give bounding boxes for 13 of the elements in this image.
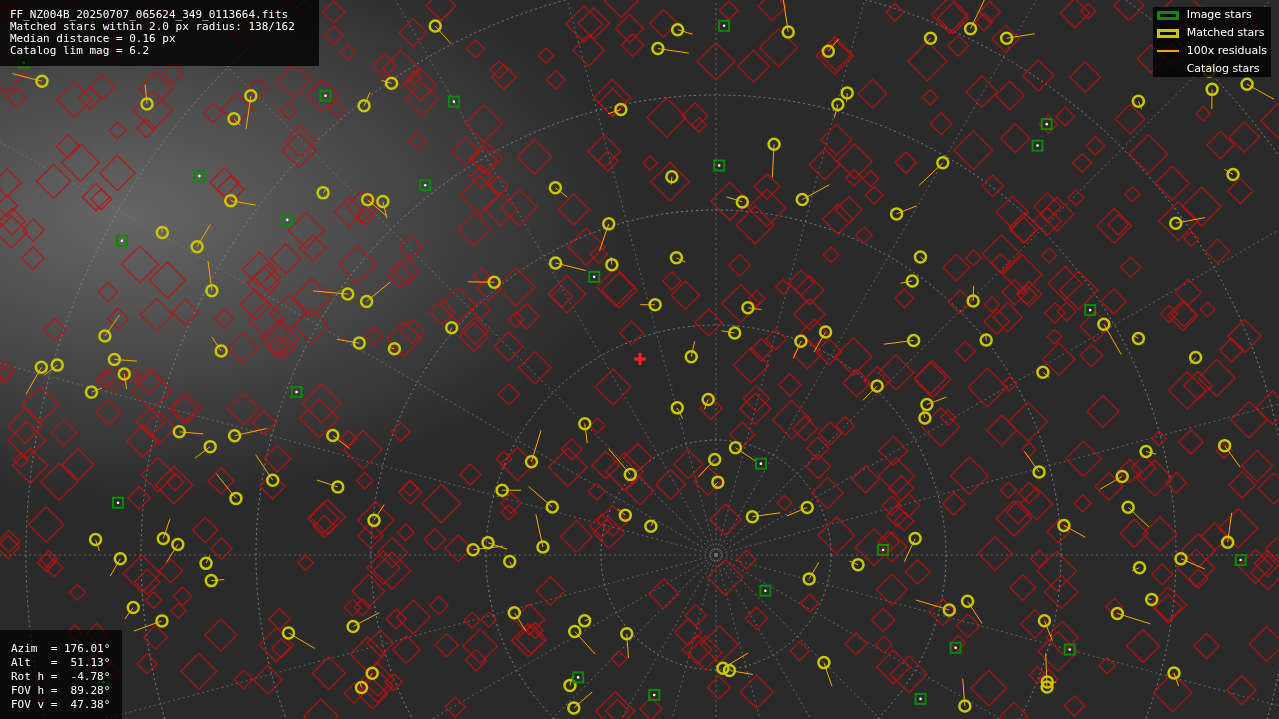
pointing-text: Azim = 176.01° <box>11 642 112 656</box>
info-text: Catalog lim mag = 6.2 <box>10 45 151 57</box>
info-text: FF_NZ004B_20250707_065624_349_0113664.fits <box>10 9 290 21</box>
pointing-text: FOV h = 89.28° <box>11 684 112 698</box>
legend-label: Image stars <box>1186 6 1252 23</box>
legend-label: Catalog stars <box>1186 60 1260 77</box>
pointing-text: Rot h = -4.78° <box>11 670 112 684</box>
pointing-text: FOV v = 47.38° <box>11 698 112 712</box>
legend-label: 100x residuals <box>1186 42 1267 59</box>
pointing-text: Alt = 51.13° <box>11 656 112 670</box>
info-text: Median distance = 0.16 px <box>10 33 177 45</box>
legend-label: Matched stars <box>1186 24 1265 41</box>
info-text: Matched stars within 2.0 px radius: 138/162 <box>10 21 296 33</box>
